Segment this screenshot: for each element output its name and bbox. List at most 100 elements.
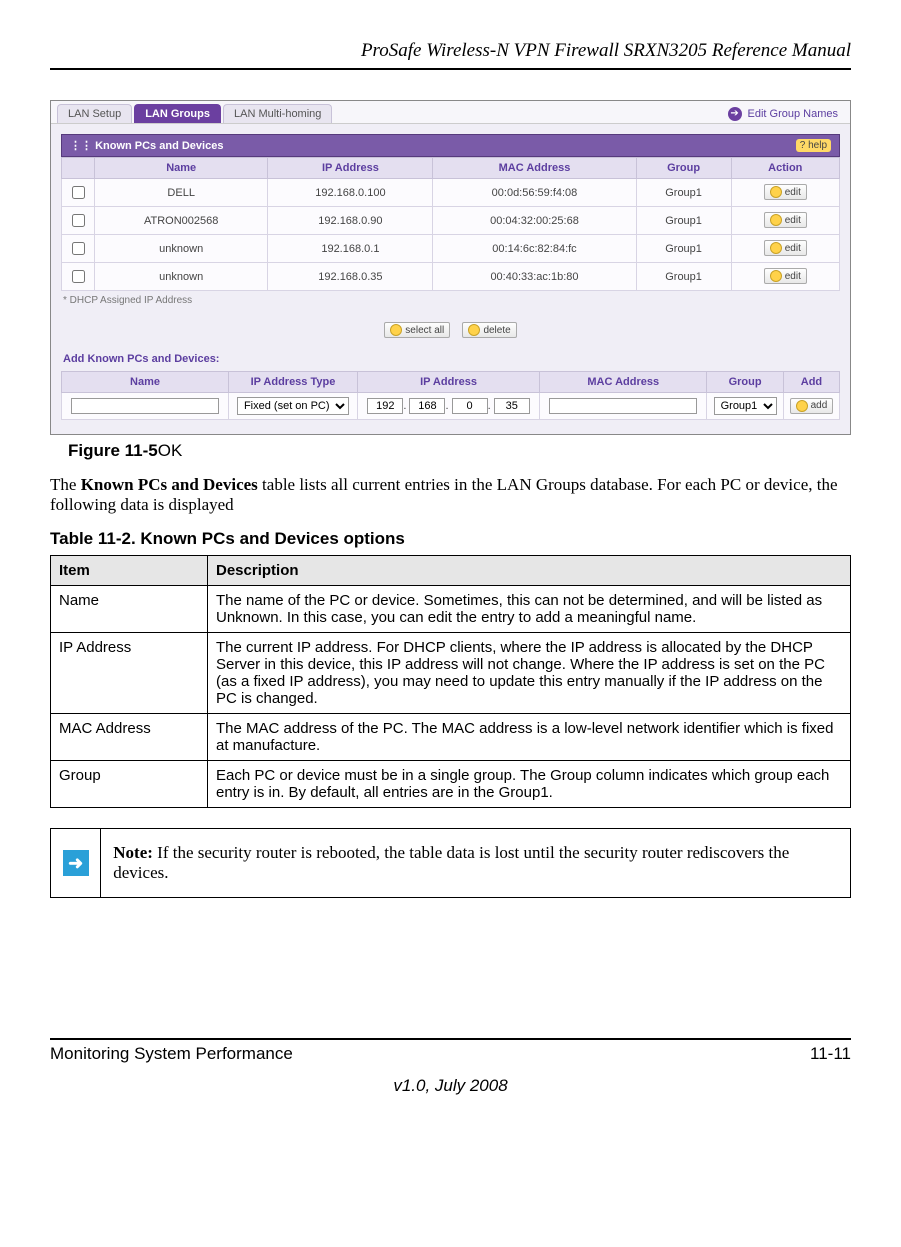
x-icon xyxy=(468,324,480,336)
cell-group: Group1 xyxy=(636,235,731,263)
footer-version: v1.0, July 2008 xyxy=(50,1076,851,1096)
help-icon: ? xyxy=(800,140,806,151)
tabs-row: LAN Setup LAN Groups LAN Multi-homing ➔ … xyxy=(51,101,850,124)
delete-label: delete xyxy=(483,325,510,336)
add-col-group: Group xyxy=(707,372,784,393)
edit-button[interactable]: edit xyxy=(764,268,807,284)
known-devices-table: Name IP Address MAC Address Group Action… xyxy=(61,157,840,291)
figure-suffix: OK xyxy=(158,441,183,460)
option-item: MAC Address xyxy=(51,714,208,761)
col-ip: IP Address xyxy=(268,158,433,179)
cell-name: ATRON002568 xyxy=(95,207,268,235)
cell-name: unknown xyxy=(95,263,268,291)
option-item: Name xyxy=(51,586,208,633)
footer-page: 11-11 xyxy=(810,1044,851,1064)
edit-button[interactable]: edit xyxy=(764,212,807,228)
col-name: Name xyxy=(95,158,268,179)
add-col-add: Add xyxy=(783,372,839,393)
select-all-label: select all xyxy=(405,325,444,336)
note-text: Note: If the security router is rebooted… xyxy=(101,829,850,897)
add-col-ip: IP Address xyxy=(357,372,539,393)
col-group: Group xyxy=(636,158,731,179)
pencil-icon xyxy=(770,270,782,282)
cell-group: Group1 xyxy=(636,179,731,207)
note-box: ➜ Note: If the security router is reboot… xyxy=(50,828,851,898)
row-checkbox[interactable] xyxy=(72,186,85,199)
ip-oct-3[interactable] xyxy=(452,398,488,414)
dhcp-footnote: * DHCP Assigned IP Address xyxy=(61,291,840,316)
add-col-name: Name xyxy=(62,372,229,393)
options-table: Item Description NameThe name of the PC … xyxy=(50,555,851,808)
edit-button[interactable]: edit xyxy=(764,184,807,200)
cell-group: Group1 xyxy=(636,263,731,291)
help-button[interactable]: ? help xyxy=(796,139,831,152)
cell-mac: 00:04:32:00:25:68 xyxy=(433,207,636,235)
known-devices-panel-header: ⋮⋮ Known PCs and Devices ? help xyxy=(61,134,840,157)
edit-button[interactable]: edit xyxy=(764,240,807,256)
cell-ip: 192.168.0.100 xyxy=(268,179,433,207)
table-row: IP AddressThe current IP address. For DH… xyxy=(51,633,851,714)
add-row: Fixed (set on PC) . . . Group1 add xyxy=(62,393,840,420)
add-mac-input[interactable] xyxy=(549,398,697,414)
arrow-note-icon: ➜ xyxy=(63,850,89,876)
check-icon xyxy=(390,324,402,336)
table-row: NameThe name of the PC or device. Someti… xyxy=(51,586,851,633)
edit-group-names-label: Edit Group Names xyxy=(748,108,838,120)
table-caption: Table 11-2. Known PCs and Devices option… xyxy=(50,529,851,549)
cell-mac: 00:40:33:ac:1b:80 xyxy=(433,263,636,291)
option-desc: The current IP address. For DHCP clients… xyxy=(208,633,851,714)
row-checkbox[interactable] xyxy=(72,214,85,227)
panel-title: Known PCs and Devices xyxy=(95,140,223,152)
cell-name: unknown xyxy=(95,235,268,263)
table-row: DELL192.168.0.10000:0d:56:59:f4:08Group1… xyxy=(62,179,840,207)
delete-button[interactable]: delete xyxy=(462,322,516,338)
header-rule xyxy=(50,68,851,70)
lan-groups-screenshot: LAN Setup LAN Groups LAN Multi-homing ➔ … xyxy=(50,100,851,435)
add-label: add xyxy=(811,400,828,411)
pencil-icon xyxy=(770,242,782,254)
table-row: MAC AddressThe MAC address of the PC. Th… xyxy=(51,714,851,761)
select-all-button[interactable]: select all xyxy=(384,322,450,338)
options-header-item: Item xyxy=(51,556,208,586)
arrow-right-icon: ➔ xyxy=(728,107,742,121)
options-header-desc: Description xyxy=(208,556,851,586)
edit-group-names-link[interactable]: ➔ Edit Group Names xyxy=(728,107,844,121)
cell-group: Group1 xyxy=(636,207,731,235)
page-footer: Monitoring System Performance 11-11 v1.0… xyxy=(50,1038,851,1096)
figure-caption: Figure 11-5OK xyxy=(68,441,851,461)
add-group-select[interactable]: Group1 xyxy=(714,397,777,415)
ip-oct-4[interactable] xyxy=(494,398,530,414)
option-desc: The name of the PC or device. Sometimes,… xyxy=(208,586,851,633)
doc-header-title: ProSafe Wireless-N VPN Firewall SRXN3205… xyxy=(50,40,851,62)
figure-number: Figure 11-5 xyxy=(68,441,158,460)
option-item: IP Address xyxy=(51,633,208,714)
option-desc: The MAC address of the PC. The MAC addre… xyxy=(208,714,851,761)
option-desc: Each PC or device must be in a single gr… xyxy=(208,761,851,808)
add-iptype-select[interactable]: Fixed (set on PC) xyxy=(237,397,349,415)
plus-icon xyxy=(796,400,808,412)
tab-lan-setup[interactable]: LAN Setup xyxy=(57,104,132,123)
row-checkbox[interactable] xyxy=(72,270,85,283)
add-button[interactable]: add xyxy=(790,398,834,414)
table-row: unknown192.168.0.100:14:6c:82:84:fcGroup… xyxy=(62,235,840,263)
add-name-input[interactable] xyxy=(71,398,219,414)
footer-section: Monitoring System Performance xyxy=(50,1044,293,1064)
dots-icon: ⋮⋮ xyxy=(70,139,95,152)
cell-ip: 192.168.0.90 xyxy=(268,207,433,235)
cell-ip: 192.168.0.1 xyxy=(268,235,433,263)
table-row: GroupEach PC or device must be in a sing… xyxy=(51,761,851,808)
tab-lan-multihoming[interactable]: LAN Multi-homing xyxy=(223,104,332,123)
add-col-iptype: IP Address Type xyxy=(229,372,358,393)
col-action: Action xyxy=(731,158,839,179)
row-checkbox[interactable] xyxy=(72,242,85,255)
ip-oct-1[interactable] xyxy=(367,398,403,414)
col-mac: MAC Address xyxy=(433,158,636,179)
table-row: ATRON002568192.168.0.9000:04:32:00:25:68… xyxy=(62,207,840,235)
add-section-label: Add Known PCs and Devices: xyxy=(61,351,840,371)
help-label: help xyxy=(808,140,827,151)
tab-lan-groups[interactable]: LAN Groups xyxy=(134,104,221,123)
table-row: unknown192.168.0.3500:40:33:ac:1b:80Grou… xyxy=(62,263,840,291)
ip-oct-2[interactable] xyxy=(409,398,445,414)
add-device-table: Name IP Address Type IP Address MAC Addr… xyxy=(61,371,840,420)
cell-mac: 00:0d:56:59:f4:08 xyxy=(433,179,636,207)
